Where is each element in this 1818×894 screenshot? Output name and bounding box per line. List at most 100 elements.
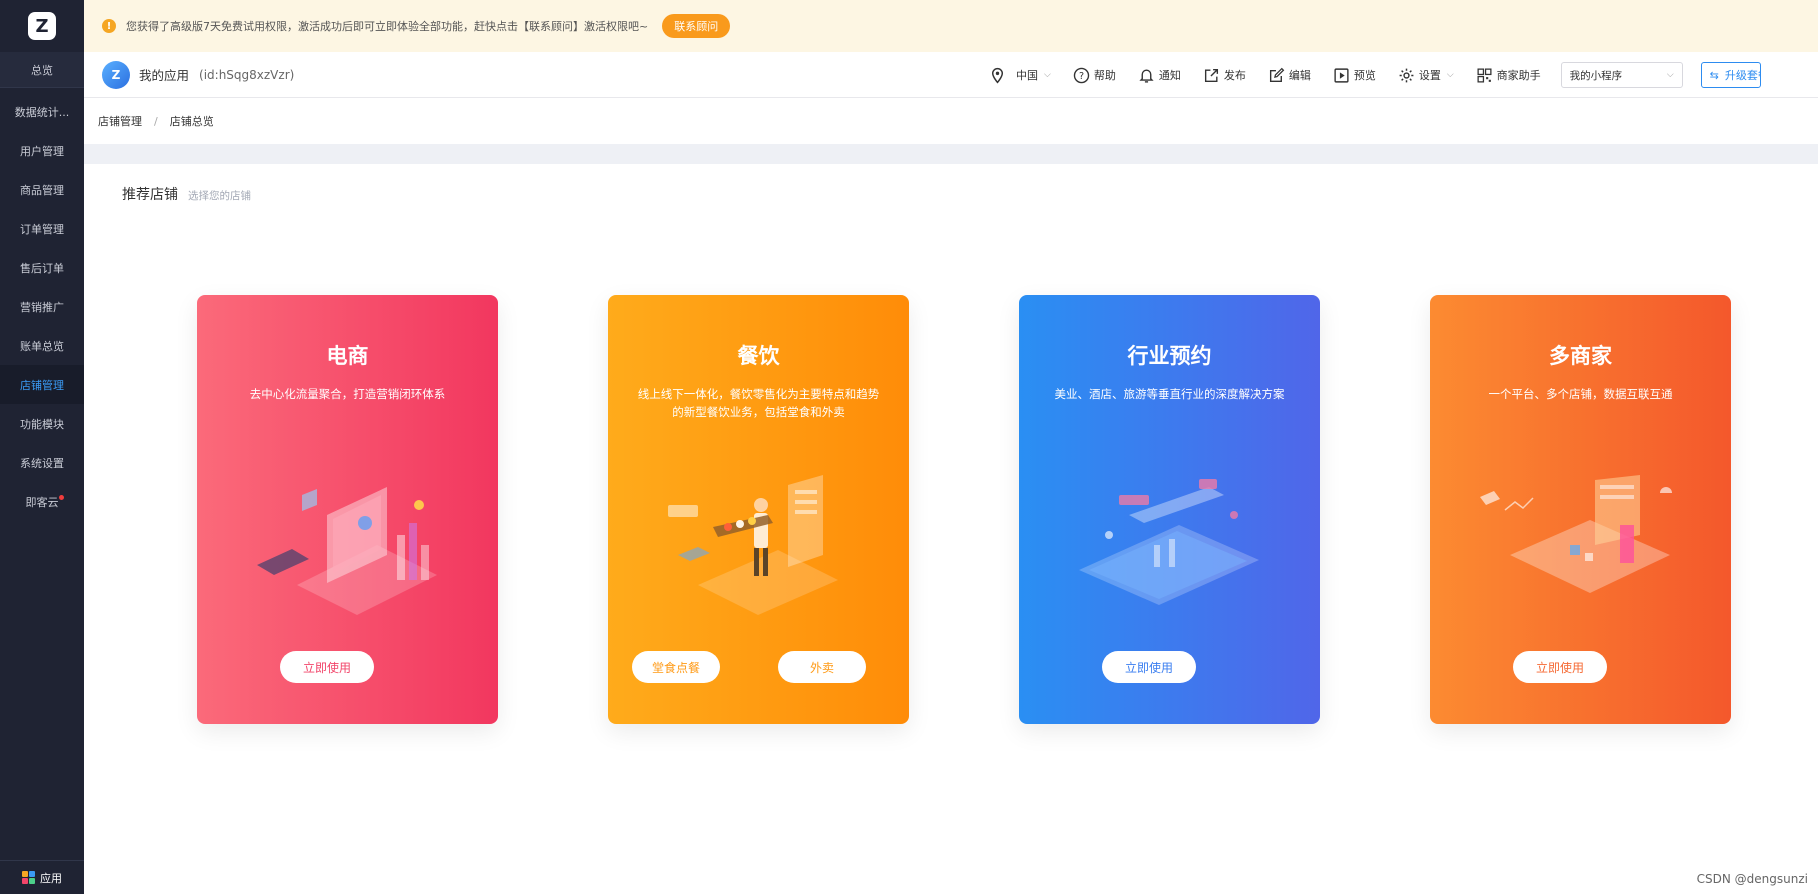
- merchant-assistant-button[interactable]: 商家助手: [1476, 67, 1541, 84]
- publish-button[interactable]: 发布: [1203, 67, 1246, 84]
- sidebar-item-modules[interactable]: 功能模块: [0, 404, 84, 443]
- header-toolbar: 中国 ⌵ ? 帮助 通知 发布 编辑 预览 设置 ⌵ 商家助手 我的小程序 ⌵ …: [989, 52, 1761, 98]
- breadcrumb-current: 店铺总览: [169, 115, 214, 128]
- warning-icon: !: [102, 19, 116, 33]
- app-id: (id:hSqg8xzVzr): [199, 67, 295, 82]
- sidebar-item-jike-cloud[interactable]: 即客云: [0, 482, 84, 521]
- sidebar-item-label: 售后订单: [20, 261, 64, 275]
- card-description: 去中心化流量聚合，打造营销闭环体系: [249, 387, 446, 401]
- play-icon: [1334, 67, 1349, 83]
- sidebar: Z 总览 数据统计... 用户管理 商品管理 订单管理 售后订单 营销推广 账单…: [0, 0, 84, 894]
- sidebar-item-label: 功能模块: [20, 417, 64, 431]
- qr-code-icon: [1477, 67, 1492, 83]
- main-content: 推荐店铺 选择您的店铺 电商 去中心化流量聚合，打造营销闭环体系 立即使用 餐饮…: [84, 164, 1818, 894]
- card-description: 美业、酒店、旅游等垂直行业的深度解决方案: [1054, 387, 1285, 401]
- notify-button[interactable]: 通知: [1138, 67, 1181, 84]
- top-header: Z 我的应用 (id:hSqg8xzVzr) 中国 ⌵ ? 帮助 通知 发布 编…: [84, 52, 1818, 98]
- sidebar-item-store-management[interactable]: 店铺管理: [0, 365, 84, 404]
- chevron-down-icon: ⌵: [1446, 70, 1454, 80]
- card-title: 行业预约: [1127, 344, 1212, 368]
- notification-dot: [59, 495, 64, 500]
- card-title: 多商家: [1549, 344, 1612, 368]
- sidebar-item-label: 数据统计...: [14, 105, 70, 119]
- section-subtitle: 选择您的店铺: [188, 190, 251, 202]
- help-label: 帮助: [1093, 69, 1116, 82]
- apps-button[interactable]: 应用: [0, 860, 84, 894]
- apps-icon: [22, 871, 35, 884]
- booking-illustration: [1079, 479, 1259, 605]
- breadcrumb-separator: /: [154, 114, 158, 128]
- settings-label: 设置: [1418, 69, 1441, 82]
- region-selector[interactable]: 中国 ⌵: [989, 67, 1051, 84]
- edit-button[interactable]: 编辑: [1268, 67, 1311, 84]
- ecommerce-illustration: [257, 487, 437, 615]
- preview-button[interactable]: 预览: [1333, 67, 1376, 84]
- section-title: 推荐店铺: [122, 187, 178, 203]
- apps-label: 应用: [40, 871, 62, 885]
- chevron-down-icon: ⌵: [1666, 70, 1674, 80]
- use-now-button[interactable]: 立即使用: [1102, 651, 1196, 683]
- sidebar-item-users[interactable]: 用户管理: [0, 131, 84, 170]
- sidebar-item-label: 订单管理: [20, 222, 64, 236]
- sidebar-item-marketing[interactable]: 营销推广: [0, 287, 84, 326]
- preview-label: 预览: [1353, 69, 1376, 82]
- upgrade-button[interactable]: ⇆ 升级套餐: [1700, 62, 1761, 88]
- swap-icon: ⇆: [1709, 68, 1719, 82]
- sidebar-item-system-settings[interactable]: 系统设置: [0, 443, 84, 482]
- catering-illustration: [668, 475, 838, 615]
- sidebar-item-label: 用户管理: [20, 144, 64, 158]
- sidebar-item-label: 商品管理: [20, 183, 64, 197]
- watermark: CSDN @dengsunzi: [1696, 872, 1808, 886]
- svg-text:?: ?: [1079, 71, 1084, 82]
- trial-notice-bar: ! 您获得了高级版7天免费试用权限，激活成功后即可立即体验全部功能，赶快点击【联…: [84, 0, 1818, 52]
- sidebar-item-label: 系统设置: [20, 456, 64, 470]
- help-button[interactable]: ? 帮助: [1073, 67, 1116, 84]
- store-card-catering: 餐饮 线上线下一体化，餐饮零售化为主要特点和趋势的新型餐饮业务，包括堂食和外卖: [608, 295, 909, 724]
- dine-in-order-button[interactable]: 堂食点餐: [632, 651, 720, 683]
- settings-button[interactable]: 设置 ⌵: [1398, 67, 1454, 84]
- sidebar-item-label: 账单总览: [20, 339, 64, 353]
- region-label: 中国: [1016, 69, 1038, 82]
- mini-program-select[interactable]: 我的小程序 ⌵: [1560, 62, 1683, 88]
- sidebar-item-overview[interactable]: 总览: [0, 52, 84, 88]
- app-title: 我的应用: [139, 68, 190, 83]
- chevron-down-icon: ⌵: [1044, 70, 1051, 80]
- sidebar-item-label: 即客云: [25, 495, 59, 509]
- mini-program-select-value: 我的小程序: [1569, 69, 1623, 82]
- publish-label: 发布: [1223, 69, 1246, 82]
- card-description: 一个平台、多个店铺，数据互联互通: [1488, 387, 1673, 401]
- help-icon: ?: [1073, 67, 1090, 83]
- edit-label: 编辑: [1288, 69, 1311, 82]
- sidebar-item-billing[interactable]: 账单总览: [0, 326, 84, 365]
- notice-text: 您获得了高级版7天免费试用权限，激活成功后即可立即体验全部功能，赶快点击【联系顾…: [126, 20, 649, 33]
- upgrade-label: 升级套餐: [1724, 69, 1760, 82]
- sidebar-item-orders[interactable]: 订单管理: [0, 209, 84, 248]
- store-card-industry-booking: 行业预约 美业、酒店、旅游等垂直行业的深度解决方案 立即使用: [1019, 295, 1320, 724]
- use-now-button[interactable]: 立即使用: [1513, 651, 1607, 683]
- contact-advisor-button[interactable]: 联系顾问: [662, 14, 731, 38]
- gear-icon: [1399, 68, 1414, 82]
- logo-icon: Z: [28, 12, 56, 40]
- section-header: 推荐店铺 选择您的店铺: [122, 184, 251, 204]
- sidebar-item-products[interactable]: 商品管理: [0, 170, 84, 209]
- merchant-assistant-label: 商家助手: [1496, 69, 1541, 82]
- app-avatar: Z: [102, 60, 130, 89]
- card-description: 线上线下一体化，餐饮零售化为主要特点和趋势的新型餐饮业务，包括堂食和外卖: [637, 387, 880, 419]
- share-out-icon: [1204, 68, 1218, 82]
- sidebar-item-statistics[interactable]: 数据统计...: [0, 92, 84, 131]
- breadcrumb-parent[interactable]: 店铺管理: [98, 113, 142, 129]
- card-title: 电商: [326, 344, 369, 368]
- takeout-button[interactable]: 外卖: [778, 651, 866, 683]
- sidebar-nav: 总览 数据统计... 用户管理 商品管理 订单管理 售后订单 营销推广 账单总览…: [0, 52, 84, 521]
- logo[interactable]: Z: [0, 0, 84, 52]
- store-card-ecommerce: 电商 去中心化流量聚合，打造营销闭环体系 立即使用: [197, 295, 498, 724]
- use-now-button[interactable]: 立即使用: [280, 651, 374, 683]
- multi-merchant-illustration: [1480, 475, 1672, 593]
- notify-label: 通知: [1158, 69, 1181, 82]
- store-card-multi-merchant: 多商家 一个平台、多个店铺，数据互联互通 立即使用: [1430, 295, 1731, 724]
- sidebar-item-after-sales[interactable]: 售后订单: [0, 248, 84, 287]
- bell-icon: [1139, 69, 1154, 83]
- card-title: 餐饮: [737, 344, 780, 368]
- sidebar-item-label: 店铺管理: [20, 378, 64, 392]
- location-pin-icon: [991, 67, 1004, 84]
